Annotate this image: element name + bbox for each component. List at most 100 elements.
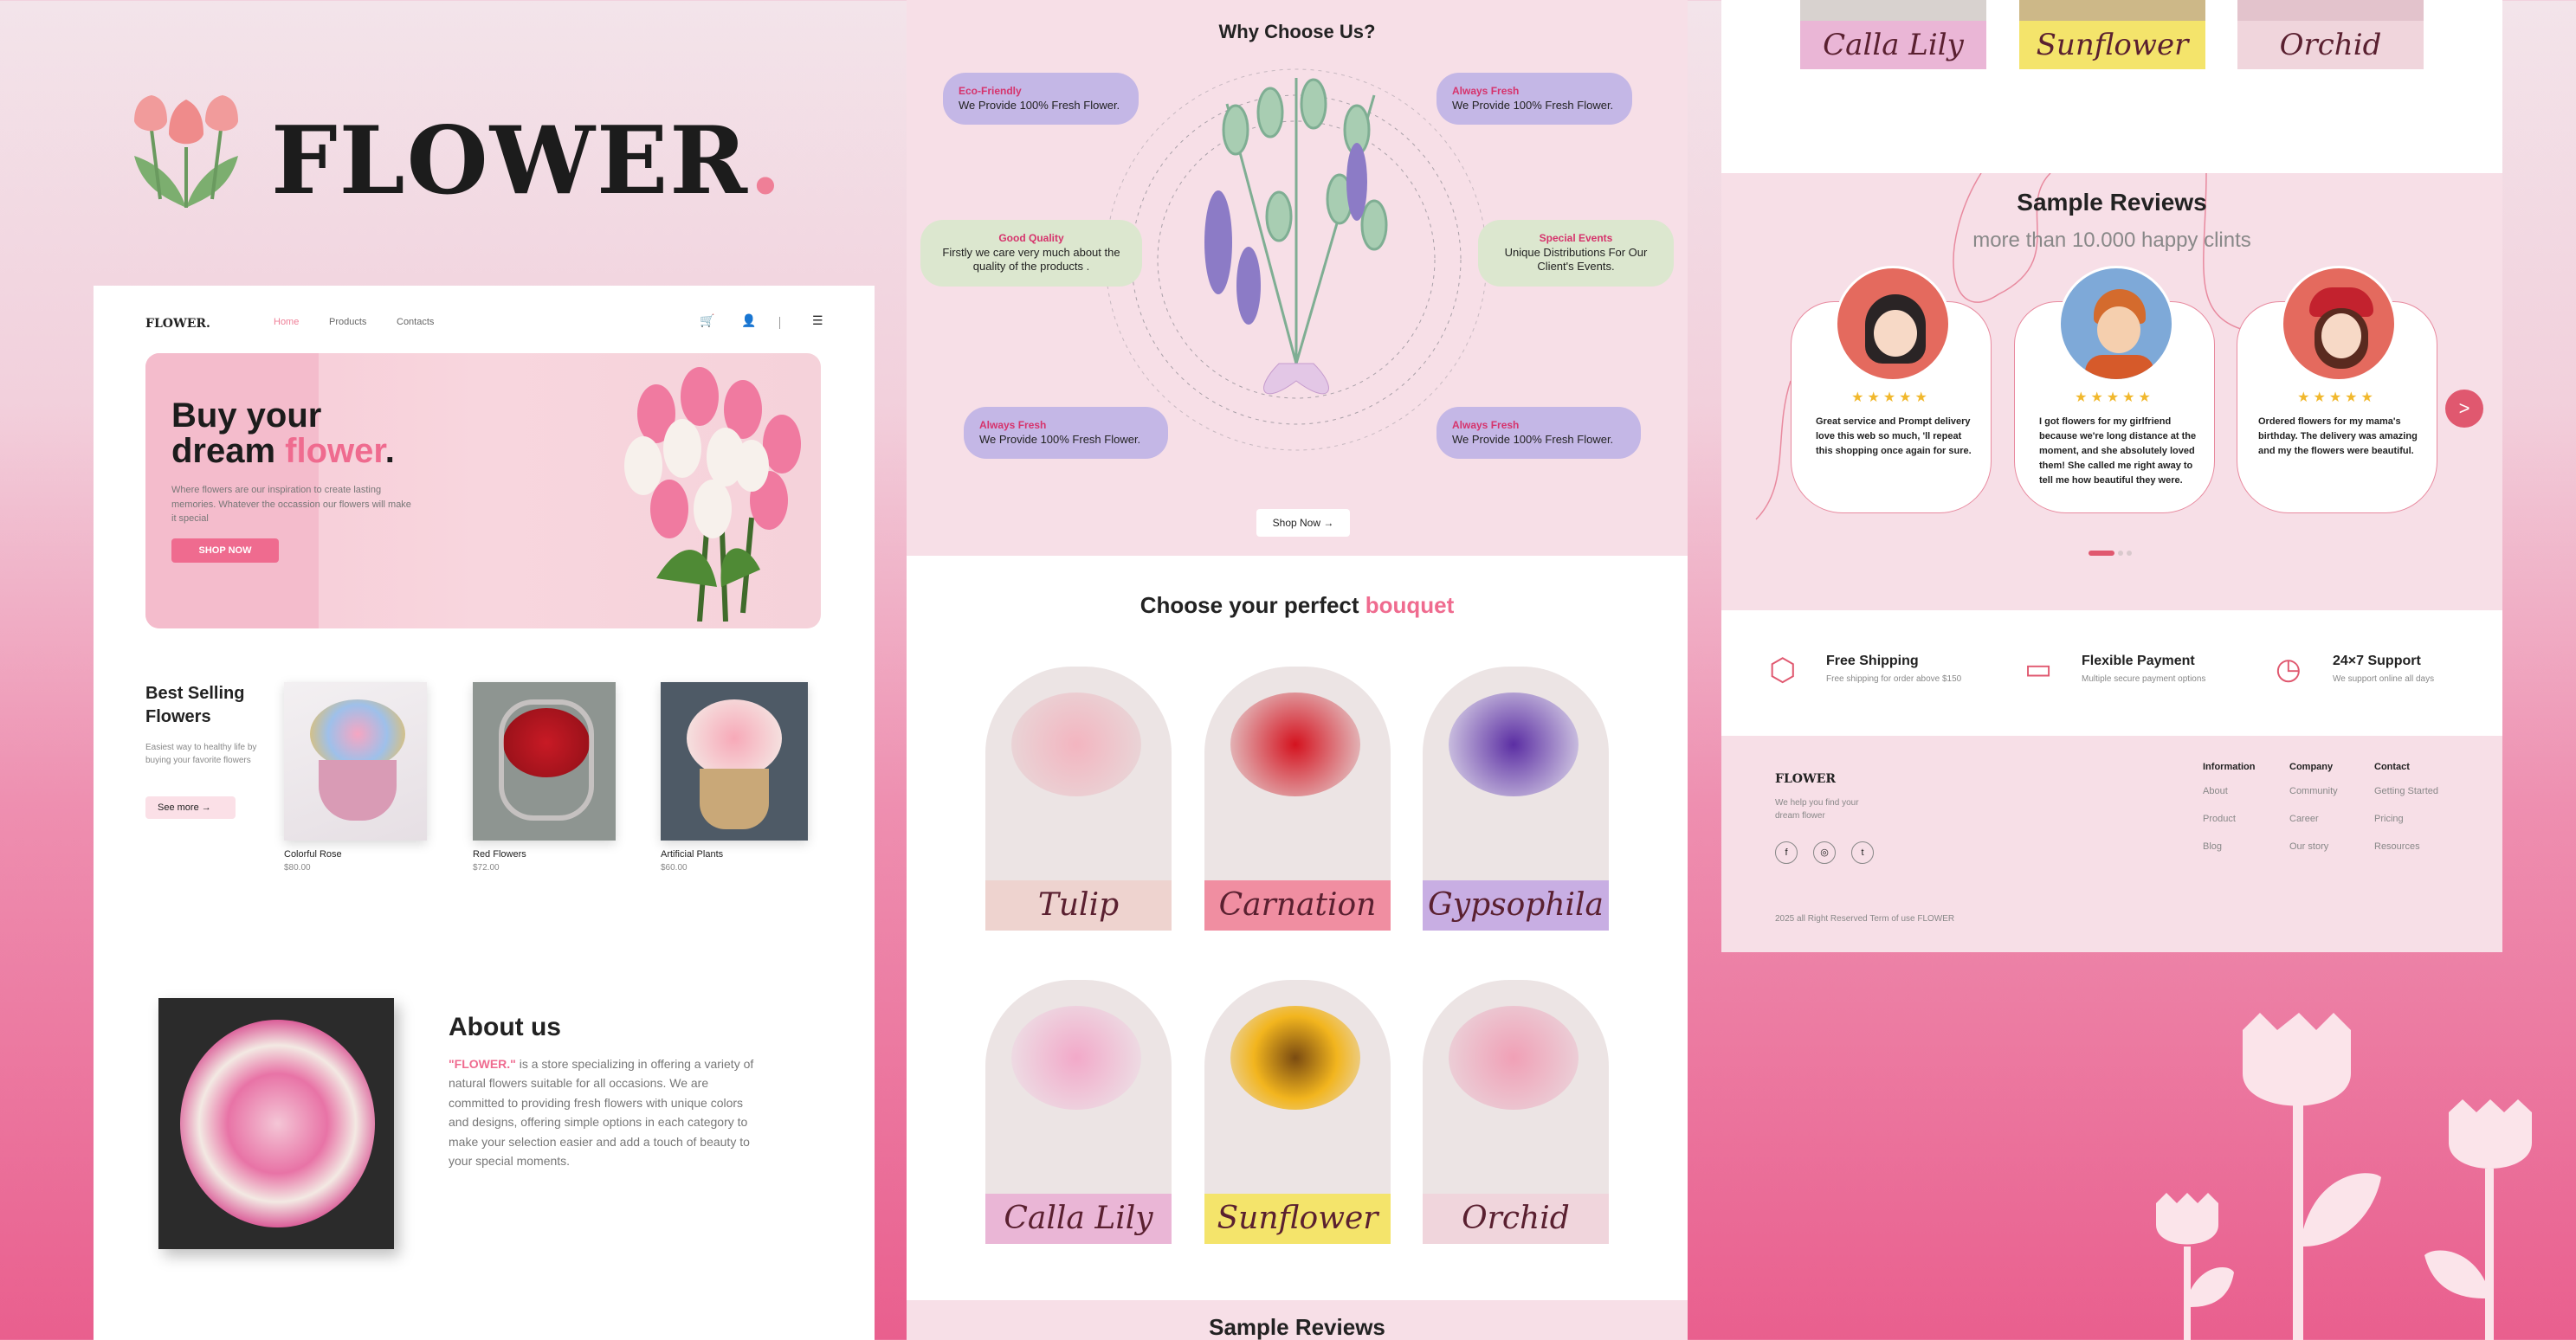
clock-icon: ◷ <box>2276 653 2302 686</box>
site-footer: FLOWER We help you find your dream flowe… <box>1721 736 2502 952</box>
review-card-1: ★★★★★ Great service and Prompt delivery … <box>1791 266 1992 513</box>
why-pill-fresh-3: Always Fresh We Provide 100% Fresh Flower… <box>1436 407 1641 460</box>
footer-col-company: Company Community Career Our story <box>2289 762 2338 852</box>
footer-link-blog[interactable]: Blog <box>2203 841 2256 852</box>
twitter-icon[interactable]: t <box>1851 841 1874 864</box>
site-navbar: FLOWER. Home Products Contacts 🛒 👤 ☰ <box>145 312 823 338</box>
product-image-1 <box>284 682 427 841</box>
nav-divider <box>779 317 780 329</box>
reviews-title: Sample Reviews <box>2017 189 2207 216</box>
arrow-right-icon: → <box>201 802 211 813</box>
bouquet-card-orchid[interactable]: Orchid <box>1423 980 1609 1244</box>
bouquet-title-accent: bouquet <box>1365 592 1455 618</box>
bouquet-title: Choose your perfect bouquet <box>1140 592 1455 618</box>
product-price-1: $80.00 <box>284 863 311 873</box>
site-logo[interactable]: FLOWER. <box>145 317 210 331</box>
hero-title-accent: flower <box>285 431 385 470</box>
footer-tagline: We help you find your dream flower <box>1775 798 1859 821</box>
reviews-peek: Sample Reviews <box>907 1300 1688 1340</box>
wallet-icon: ▭ <box>2024 653 2053 686</box>
brand-dot: . <box>749 106 784 216</box>
why-pill-quality: Good Quality Firstly we care very much ab… <box>920 220 1142 287</box>
nav-products[interactable]: Products <box>329 317 366 327</box>
footer-copyright: 2025 all Right Reserved Term of use FLOW… <box>1775 914 1955 924</box>
footer-link-career[interactable]: Career <box>2289 814 2338 824</box>
homepage-panel: FLOWER. Home Products Contacts 🛒 👤 ☰ Buy… <box>94 286 875 1340</box>
reviews-peek-title: Sample Reviews <box>1209 1314 1385 1340</box>
bouquet-card-tulip[interactable]: Tulip <box>985 667 1172 931</box>
tulip-bouquet-image <box>624 367 801 622</box>
hero-title-line1: Buy your <box>171 396 322 435</box>
review-stars-1: ★★★★★ <box>1851 390 1931 405</box>
footer-link-resources[interactable]: Resources <box>2374 841 2438 852</box>
footer-link-our-story[interactable]: Our story <box>2289 841 2338 852</box>
bouquet-label-tulip: Tulip <box>985 880 1172 931</box>
review-text-1: Great service and Prompt delivery love t… <box>1816 416 1972 457</box>
bouquet-label-calla-lily: Calla Lily <box>985 1194 1172 1244</box>
peek-label-sunflower: Sunflower <box>2019 21 2205 69</box>
instagram-icon[interactable]: ◎ <box>1813 841 1836 864</box>
features-bar: ⬡ Free Shipping Free shipping for order … <box>1721 610 2502 736</box>
facebook-icon[interactable]: f <box>1775 841 1798 864</box>
product-price-3: $60.00 <box>661 863 688 873</box>
reviews-section: Sample Reviews more than 10.000 happy cl… <box>1721 173 2502 610</box>
best-selling-title: Best Selling Flowers <box>145 684 245 726</box>
about-image <box>158 998 394 1249</box>
review-avatar-3 <box>2281 266 2397 382</box>
product-image-2 <box>473 682 616 841</box>
brand-name: FLOWER <box>271 106 750 216</box>
footer-col-information: Information About Product Blog <box>2203 762 2256 852</box>
bouquet-card-gypsophila[interactable]: Gypsophila <box>1423 667 1609 931</box>
footer-link-pricing[interactable]: Pricing <box>2374 814 2438 824</box>
bouquet-card-sunflower[interactable]: Sunflower <box>1204 980 1391 1244</box>
footer-link-about[interactable]: About <box>2203 786 2256 796</box>
product-card-2[interactable]: Red Flowers $72.00 <box>473 682 616 873</box>
shop-now-button[interactable]: SHOP NOW <box>171 538 279 563</box>
footer-link-getting-started[interactable]: Getting Started <box>2374 786 2438 796</box>
product-price-2: $72.00 <box>473 863 500 873</box>
why-pill-events: Special Events Unique Distributions For O… <box>1478 220 1674 287</box>
nav-contacts[interactable]: Contacts <box>397 317 434 327</box>
review-text-2: I got flowers for my girlfriend because … <box>2039 416 2197 486</box>
tulip-logo-icon <box>134 95 238 208</box>
footer-link-product[interactable]: Product <box>2203 814 2256 824</box>
hero-banner: Buy your dream flower. Where flowers are… <box>145 353 821 628</box>
review-card-3: ★★★★★ Ordered flowers for my mama's birt… <box>2237 266 2437 513</box>
brand-logo: FLOWER. <box>117 95 782 216</box>
why-pill-fresh-2: Always Fresh We Provide 100% Fresh Flower… <box>964 407 1168 460</box>
bouquet-label-sunflower: Sunflower <box>1204 1194 1391 1244</box>
carousel-dots[interactable] <box>2089 551 2140 557</box>
user-icon[interactable]: 👤 <box>741 313 756 328</box>
best-selling-section: Best Selling Flowers Easiest way to heal… <box>145 682 821 907</box>
about-text: "FLOWER." is a store specializing in off… <box>449 1057 754 1168</box>
product-name-2: Red Flowers <box>473 849 526 860</box>
review-next-button[interactable]: > <box>2445 390 2483 428</box>
shop-now-link[interactable]: Shop Now → <box>1256 509 1350 537</box>
footer-link-community[interactable]: Community <box>2289 786 2338 796</box>
product-name-3: Artificial Plants <box>661 849 724 860</box>
review-avatar-2 <box>2058 266 2174 382</box>
why-pill-fresh-1: Always Fresh We Provide 100% Fresh Flower… <box>1436 73 1632 126</box>
bouquet-card-calla-lily[interactable]: Calla Lily <box>985 980 1172 1244</box>
peek-label-calla-lily: Calla Lily <box>1800 21 1986 69</box>
reviews-subtitle: more than 10.000 happy clints <box>1972 229 2251 252</box>
nav-home[interactable]: Home <box>274 317 299 327</box>
bouquet-label-gypsophila: Gypsophila <box>1423 880 1609 931</box>
cart-icon[interactable]: 🛒 <box>700 313 714 328</box>
why-pill-eco: Eco-Friendly We Provide 100% Fresh Flower… <box>943 73 1139 126</box>
product-card-3[interactable]: Artificial Plants $60.00 <box>661 682 808 873</box>
footer-logo[interactable]: FLOWER <box>1775 772 1836 786</box>
why-choose-section: Why Choose Us? Eco-Friendly We Provide 10… <box>907 0 1688 556</box>
package-icon: ⬡ <box>1769 652 1797 687</box>
middle-panel: Why Choose Us? Eco-Friendly We Provide 10… <box>907 0 1688 1340</box>
about-brand: "FLOWER." <box>449 1057 516 1071</box>
review-card-2: ★★★★★ I got flowers for my girlfriend be… <box>2014 266 2215 513</box>
bouquet-label-orchid: Orchid <box>1423 1194 1609 1244</box>
about-title: About us <box>449 1013 561 1041</box>
decorative-tulips-illustration <box>2156 1013 2532 1340</box>
see-more-button[interactable]: See more → <box>145 796 236 819</box>
menu-icon[interactable]: ☰ <box>812 313 823 328</box>
right-panel: Calla Lily Sunflower Orchid Sample Revie… <box>1721 0 2502 952</box>
product-card-1[interactable]: Colorful Rose $80.00 <box>284 682 427 873</box>
bouquet-card-carnation[interactable]: Carnation <box>1204 667 1391 931</box>
